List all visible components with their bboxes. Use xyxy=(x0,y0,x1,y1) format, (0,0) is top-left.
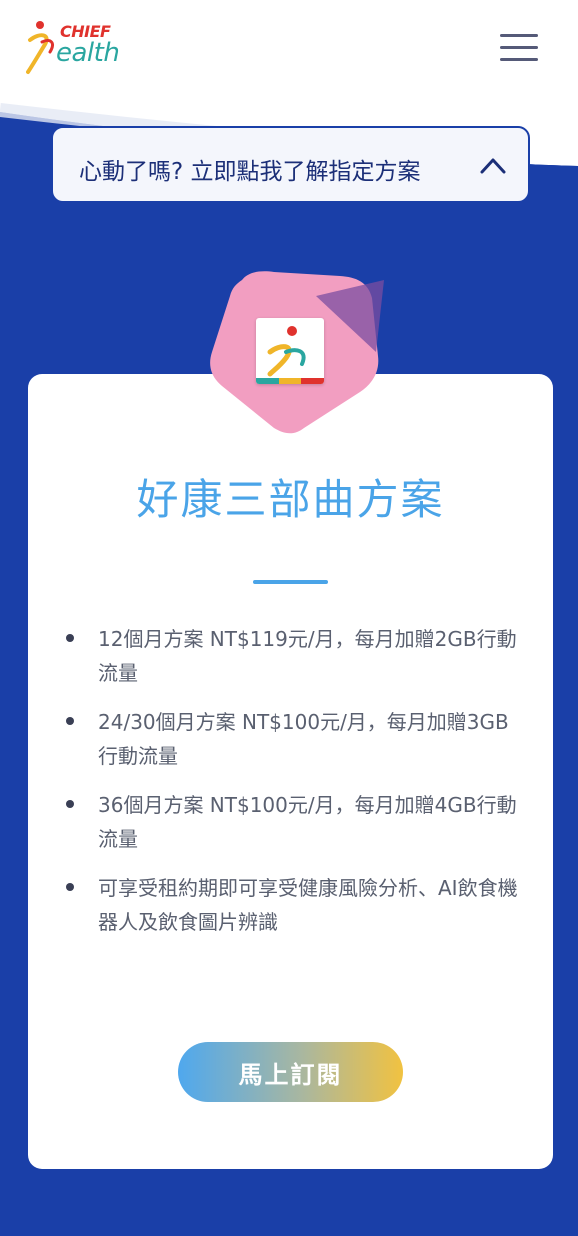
bullet-icon xyxy=(66,717,74,725)
logo-health-text: ealth xyxy=(56,38,120,68)
bullet-icon xyxy=(66,634,74,642)
hamburger-menu-icon[interactable] xyxy=(500,34,540,62)
bullet-icon xyxy=(66,800,74,808)
feature-text: 36個月方案 NT$100元/月，每月加贈4GB行動流量 xyxy=(98,793,517,851)
feature-text: 24/30個月方案 NT$100元/月，每月加贈3GB行動流量 xyxy=(98,710,509,768)
app-runner-icon xyxy=(267,326,306,377)
feature-text: 可享受租約期即可享受健康風險分析、AI飲食機器人及飲食圖片辨識 xyxy=(98,876,518,934)
subscribe-now-button[interactable]: 馬上訂閱 xyxy=(178,1042,403,1102)
chevron-up-icon xyxy=(480,158,506,174)
chief-health-logo[interactable]: CHIEF ealth xyxy=(26,18,144,78)
banner-text: 心動了嗎? 立即點我了解指定方案 xyxy=(79,159,421,185)
plan-title: 好康三部曲方案 xyxy=(136,475,445,524)
bullet-icon xyxy=(66,883,74,891)
plan-info-toggle-banner[interactable]: 心動了嗎? 立即點我了解指定方案 xyxy=(51,126,530,203)
chief-health-app-icon xyxy=(256,318,324,384)
site-header: CHIEF ealth xyxy=(0,0,578,96)
feature-text: 12個月方案 NT$119元/月，每月加贈2GB行動流量 xyxy=(98,627,517,685)
title-underline-divider xyxy=(253,580,328,584)
